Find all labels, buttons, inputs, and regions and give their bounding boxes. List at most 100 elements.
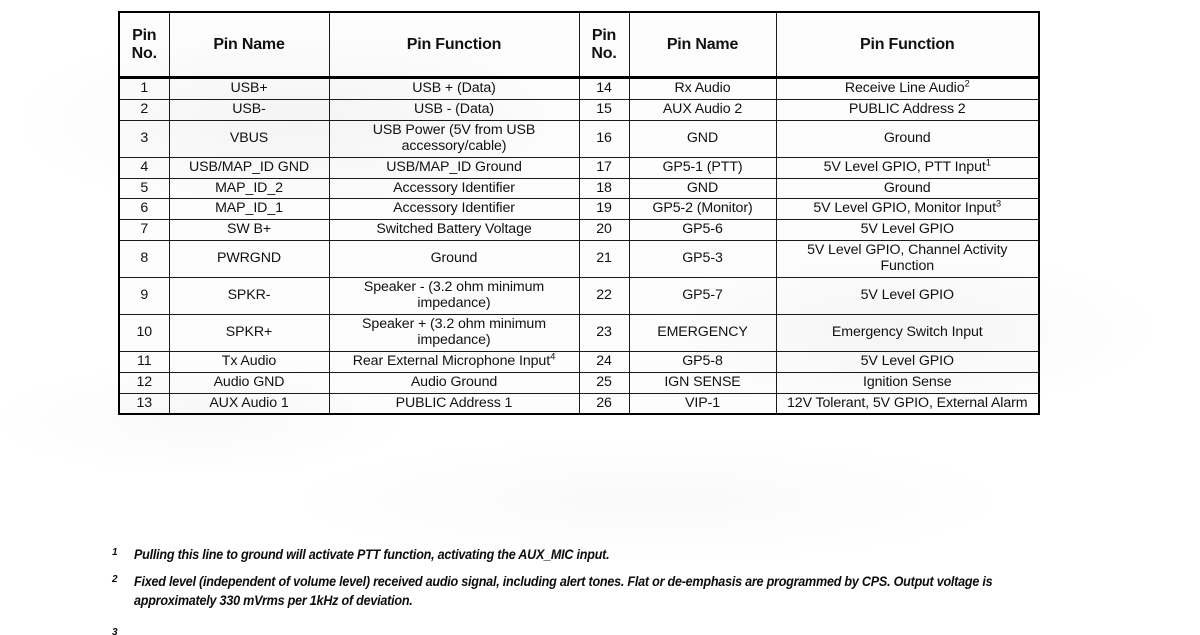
table-row: 6 MAP_ID_1 Accessory Identifier 19 GP5-2 (Mo…	[118, 198, 1040, 221]
table-row: 9 SPKR- Speaker - (3.2 ohm minimum impedan…	[118, 277, 1040, 315]
cell-pin-function-left: Accessory Identifier	[328, 177, 580, 200]
cell-pin-no-left: 12	[118, 371, 170, 394]
cell-pin-function-left: Switched Battery Voltage	[328, 219, 580, 242]
table-row: 12 Audio GND Audio Ground 25 IGN SENSE Igniti…	[118, 371, 1040, 394]
cell-pin-function-left: Ground	[328, 240, 580, 279]
cell-pin-no-left: 11	[118, 350, 170, 373]
cell-pin-name-right: GP5-8	[628, 350, 777, 373]
footnote-ref: 3	[995, 198, 1002, 210]
table-row: 3 VBUS USB Power (5V from USB accessory/ca…	[118, 119, 1040, 158]
cell-pin-no-left: 2	[118, 98, 170, 121]
footnote-ref: 1	[985, 156, 991, 168]
footnote: 1 Pulling this line to ground will activa…	[112, 545, 1092, 564]
column-header-pin-name-left: Pin Name	[168, 11, 330, 79]
cell-pin-name-right: Rx Audio	[628, 77, 777, 100]
cell-pin-function-left: Rear External Microphone Input4	[328, 350, 580, 373]
footnote-text: Pulling this line to ground will activat…	[134, 547, 610, 562]
cell-pin-function-right: Ground	[775, 119, 1040, 158]
cell-pin-name-left: SPKR+	[168, 313, 330, 352]
cell-pin-name-right: EMERGENCY	[628, 313, 777, 352]
cell-pin-function-right: Ignition Sense	[775, 371, 1040, 394]
cell-pin-name-left: USB+	[168, 77, 330, 100]
header-line-2: No.	[591, 44, 617, 62]
cell-pin-function-right: Receive Line Audio2	[775, 77, 1040, 100]
footnote-marker: 2	[112, 574, 118, 586]
cell-pin-function-right: 5V Level GPIO	[775, 219, 1040, 242]
cell-pin-function-right: 5V Level GPIO	[775, 350, 1040, 373]
cell-pin-name-right: IGN SENSE	[628, 371, 777, 394]
footnote: 3	[112, 625, 134, 635]
header-line-2: No.	[131, 44, 157, 62]
cell-pin-name-right: GP5-3	[628, 240, 777, 279]
footnote-ref: 2	[964, 78, 970, 90]
cell-pin-name-right: VIP-1	[628, 392, 777, 415]
cell-pin-no-right: 22	[578, 277, 630, 315]
cell-pin-no-left: 13	[118, 392, 170, 415]
cell-pin-no-right: 21	[578, 240, 630, 279]
cell-pin-function-left: USB + (Data)	[328, 77, 580, 100]
cell-pin-function-right: 5V Level GPIO	[775, 277, 1040, 315]
cell-pin-no-right: 19	[578, 198, 630, 221]
cell-pin-no-right: 25	[578, 371, 630, 394]
cell-pin-function-left: Speaker + (3.2 ohm minimum impedance)	[328, 313, 580, 352]
table-row: 2 USB- USB - (Data) 15 AUX Audio 2 PUBLIC Add…	[118, 98, 1040, 121]
cell-pin-name-right: GP5-2 (Monitor)	[628, 198, 777, 221]
cell-pin-name-right: GND	[628, 119, 777, 158]
cell-pin-name-right: GP5-1 (PTT)	[628, 156, 777, 179]
cell-pin-no-right: 26	[578, 392, 630, 415]
cell-pin-name-left: AUX Audio 1	[168, 392, 330, 415]
cell-pin-function-left: Speaker - (3.2 ohm minimum impedance)	[328, 277, 580, 315]
cell-pin-function-right: 5V Level GPIO, PTT Input1	[775, 156, 1040, 179]
cell-pin-function-right: 12V Tolerant, 5V GPIO, External Alarm	[775, 392, 1040, 415]
cell-pin-function-left: Audio Ground	[328, 371, 580, 394]
header-line-1: Pin	[591, 26, 617, 44]
footnote-ref: 4	[550, 350, 556, 362]
column-header-pin-no-left: Pin No.	[118, 11, 170, 79]
cell-pin-name-left: Tx Audio	[168, 350, 330, 373]
cell-pin-function-right: Emergency Switch Input	[775, 313, 1040, 352]
column-header-pin-function-right: Pin Function	[775, 11, 1040, 79]
footnote: 2 Fixed level (independent of volume leve…	[112, 572, 1092, 610]
header-line-1: Pin	[132, 26, 157, 44]
cell-pin-function-left: PUBLIC Address 1	[328, 392, 580, 415]
cell-pin-no-left: 10	[118, 313, 170, 352]
table-row: 10 SPKR+ Speaker + (3.2 ohm minimum impeda…	[118, 313, 1040, 352]
cell-pin-no-right: 24	[578, 350, 630, 373]
cell-pin-function-right: Ground	[775, 177, 1040, 200]
footnote-marker: 3	[112, 627, 118, 635]
cell-pin-name-right: GP5-7	[628, 277, 777, 315]
table-row: 4 USB/MAP_ID GND USB/MAP_ID Ground 17 GP5-1 …	[118, 156, 1040, 179]
cell-pin-name-left: USB/MAP_ID GND	[168, 156, 330, 179]
cell-pin-name-left: PWRGND	[168, 240, 330, 279]
cell-pin-name-left: MAP_ID_1	[168, 198, 330, 221]
cell-pin-no-left: 1	[118, 77, 170, 100]
cell-pin-no-right: 18	[578, 177, 630, 200]
footnote-text: Fixed level (independent of volume level…	[134, 574, 993, 609]
cell-pin-name-right: AUX Audio 2	[628, 98, 777, 121]
cell-pin-function-left: USB/MAP_ID Ground	[328, 156, 580, 179]
column-header-pin-no-right: Pin No.	[578, 11, 630, 79]
table-header-row: Pin No. Pin Name Pin Function Pin No. Pi…	[118, 11, 1040, 79]
cell-pin-no-right: 14	[578, 77, 630, 100]
table-row: 8 PWRGND Ground 21 GP5-3 5V Level GPIO, Chann…	[118, 240, 1040, 279]
cell-pin-no-left: 4	[118, 156, 170, 179]
cell-pin-no-left: 5	[118, 177, 170, 200]
table-row: 7 SW B+ Switched Battery Voltage 20 GP5-6 5V …	[118, 219, 1040, 242]
cell-pin-name-left: MAP_ID_2	[168, 177, 330, 200]
cell-pin-function-right: PUBLIC Address 2	[775, 98, 1040, 121]
cell-pin-no-left: 3	[118, 119, 170, 158]
cell-pin-name-left: SW B+	[168, 219, 330, 242]
cell-pin-no-right: 23	[578, 313, 630, 352]
cell-pin-no-left: 6	[118, 198, 170, 221]
cell-pin-no-left: 8	[118, 240, 170, 279]
table-body: 1 USB+ USB + (Data) 14 Rx Audio Receive Line …	[118, 77, 1040, 415]
pin-assignment-table: Pin No. Pin Name Pin Function Pin No. Pi…	[118, 11, 1040, 416]
table-row: 5 MAP_ID_2 Accessory Identifier 18 GND Ground	[118, 177, 1040, 200]
cell-pin-no-right: 15	[578, 98, 630, 121]
cell-pin-function-left: Accessory Identifier	[328, 198, 580, 221]
cell-pin-no-right: 16	[578, 119, 630, 158]
cell-pin-no-left: 7	[118, 219, 170, 242]
cell-pin-name-left: Audio GND	[168, 371, 330, 394]
cell-pin-function-right: 5V Level GPIO, Monitor Input3	[775, 198, 1040, 221]
cell-pin-no-left: 9	[118, 277, 170, 315]
